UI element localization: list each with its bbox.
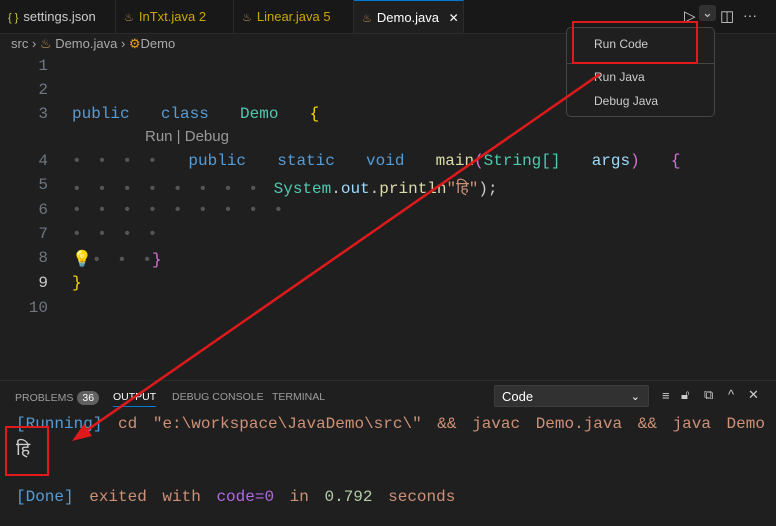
arrow-head	[72, 424, 92, 441]
arrow-line	[79, 72, 601, 437]
annotation-arrow	[72, 72, 601, 441]
